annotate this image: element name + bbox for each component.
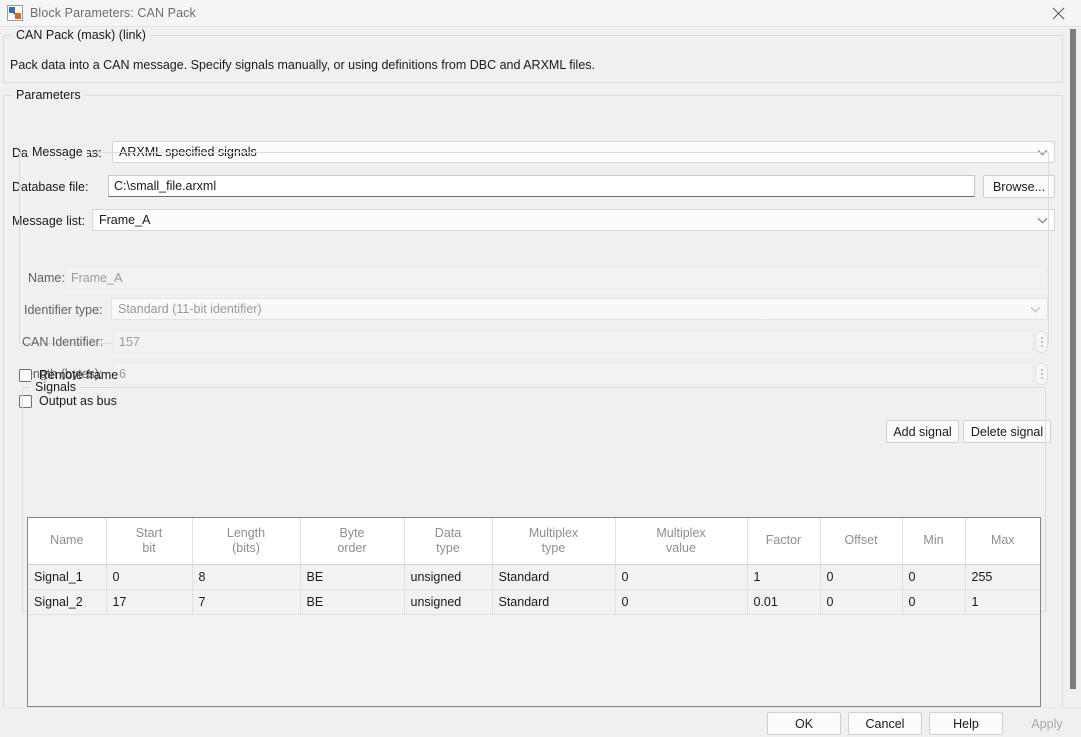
table-cell[interactable]: BE	[300, 564, 405, 590]
can-identifier-value: 157	[119, 335, 140, 349]
table-cell[interactable]: unsigned	[404, 564, 493, 590]
table-cell[interactable]: 8	[192, 564, 301, 590]
message-name-label: Name:	[28, 271, 65, 285]
chevron-down-icon	[1027, 301, 1043, 317]
identifier-type-label: Identifier type:	[24, 303, 103, 317]
table-cell[interactable]: 0	[902, 564, 966, 590]
can-identifier-label: CAN Identifier:	[22, 335, 104, 349]
signals-legend: Signals	[31, 380, 80, 394]
signals-column-header[interactable]: Factor	[747, 518, 821, 565]
table-cell[interactable]: 0	[106, 564, 193, 590]
table-cell[interactable]: 255	[965, 564, 1040, 590]
signals-column-header[interactable]: Start bit	[106, 518, 193, 565]
table-cell[interactable]: 0	[615, 564, 748, 590]
signals-column-header[interactable]: Min	[902, 518, 966, 565]
signals-column-header[interactable]: Data type	[404, 518, 493, 565]
description-legend: CAN Pack (mask) (link)	[12, 28, 150, 42]
length-bytes-value: 6	[119, 367, 126, 381]
message-legend: Message	[28, 145, 87, 159]
block-parameters-dialog: Block Parameters: CAN Pack CAN Pack (mas…	[0, 0, 1081, 737]
can-identifier-input: 157	[113, 331, 1033, 353]
table-cell[interactable]: 0	[615, 589, 748, 615]
apply-button: Apply	[1031, 716, 1063, 731]
message-name-value: Frame_A	[71, 271, 123, 285]
table-cell[interactable]: Signal_2	[28, 589, 107, 615]
ellipsis-vertical-icon	[1035, 363, 1048, 385]
scrollbar-thumb[interactable]	[1070, 29, 1076, 689]
description-text: Pack data into a CAN message. Specify si…	[10, 58, 595, 72]
signals-column-header[interactable]: Length (bits)	[192, 518, 301, 565]
cancel-button[interactable]: Cancel	[848, 712, 922, 735]
signals-table: Name Start bit Length (bits) Byte order Data typ…	[28, 518, 1040, 615]
signals-column-header[interactable]: Max	[965, 518, 1040, 565]
table-cell[interactable]: 1	[747, 564, 821, 590]
table-cell[interactable]: 0	[820, 564, 903, 590]
signals-table-container[interactable]: Name Start bit Length (bits) Byte order Data typ…	[27, 517, 1041, 707]
identifier-type-value: Standard (11-bit identifier)	[118, 302, 262, 316]
table-cell[interactable]: Standard	[492, 564, 616, 590]
close-icon[interactable]	[1036, 0, 1081, 27]
signals-table-header-row: Name Start bit Length (bits) Byte order Data typ…	[28, 518, 1040, 565]
table-cell[interactable]: 0	[820, 589, 903, 615]
dialog-content: CAN Pack (mask) (link) Pack data into a …	[0, 27, 1081, 709]
title-bar: Block Parameters: CAN Pack	[0, 0, 1081, 27]
description-group: CAN Pack (mask) (link) Pack data into a …	[3, 28, 1063, 83]
table-cell[interactable]: 7	[192, 589, 301, 615]
table-cell[interactable]: 0	[902, 589, 966, 615]
parameters-legend: Parameters	[12, 88, 85, 102]
table-cell[interactable]: BE	[300, 589, 405, 615]
message-name-input: Frame_A	[65, 267, 1048, 289]
identifier-type-combobox: Standard (11-bit identifier)	[111, 298, 1048, 320]
table-row[interactable]: Signal_2 17 7 BE unsigned Standard 0 0.01 0 0 1	[28, 589, 1040, 615]
signals-column-header[interactable]: Multiplex type	[492, 518, 616, 565]
length-bytes-input: 6	[113, 363, 1033, 385]
signals-table-body: Signal_1 0 8 BE unsigned Standard 0 1 0 0 255 Signa…	[28, 564, 1040, 615]
table-cell[interactable]: unsigned	[404, 589, 493, 615]
signals-column-header[interactable]: Byte order	[300, 518, 405, 565]
table-row[interactable]: Signal_1 0 8 BE unsigned Standard 0 1 0 0 255	[28, 564, 1040, 590]
ellipsis-vertical-icon	[1035, 331, 1048, 353]
table-cell[interactable]: Signal_1	[28, 564, 107, 590]
window-title: Block Parameters: CAN Pack	[30, 6, 196, 20]
table-cell[interactable]: Standard	[492, 589, 616, 615]
table-cell[interactable]: 1	[965, 589, 1040, 615]
signals-column-header[interactable]: Offset	[820, 518, 903, 565]
table-cell[interactable]: 0.01	[747, 589, 821, 615]
vertical-scrollbar[interactable]	[1066, 27, 1081, 707]
signals-column-header[interactable]: Name	[28, 518, 107, 565]
help-button[interactable]: Help	[929, 712, 1003, 735]
simulink-block-icon	[7, 5, 23, 21]
ok-button[interactable]: OK	[767, 712, 841, 735]
table-cell[interactable]: 17	[106, 589, 193, 615]
dialog-footer: OK Cancel Help Apply	[0, 707, 1081, 737]
signals-column-header[interactable]: Multiplex value	[615, 518, 748, 565]
